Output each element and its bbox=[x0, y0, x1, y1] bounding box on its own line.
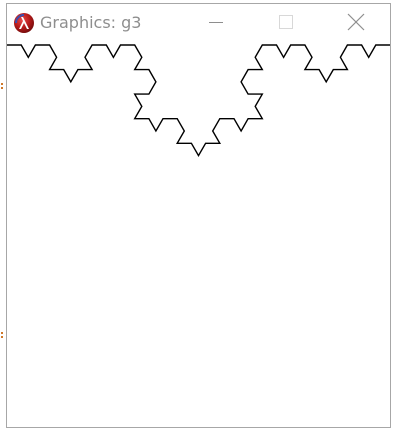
graphics-canvas[interactable] bbox=[7, 41, 390, 427]
koch-curve bbox=[7, 44, 390, 158]
close-button[interactable] bbox=[333, 4, 379, 40]
koch-curve-drawing bbox=[7, 44, 390, 158]
minimize-button[interactable] bbox=[193, 4, 239, 40]
left-edge-marker-top bbox=[1, 83, 4, 91]
close-icon bbox=[347, 13, 365, 31]
lisp-lambda-icon bbox=[14, 13, 34, 33]
maximize-icon bbox=[279, 15, 293, 29]
window-title: Graphics: g3 bbox=[40, 13, 142, 32]
maximize-button[interactable] bbox=[263, 4, 309, 40]
left-edge-marker-bottom bbox=[1, 332, 4, 340]
title-bar[interactable]: Graphics: g3 bbox=[7, 4, 390, 41]
minimize-icon bbox=[209, 22, 223, 23]
graphics-window: Graphics: g3 bbox=[6, 3, 391, 428]
